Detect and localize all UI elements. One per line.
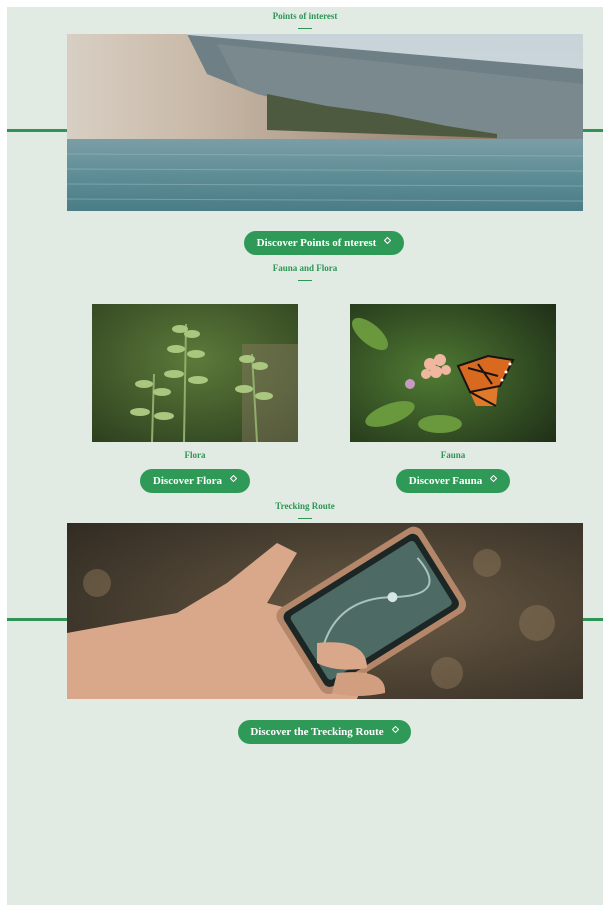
flora-image (92, 304, 298, 442)
discover-flora-button-label: Discover Flora (152, 475, 223, 487)
diamond-arrow-icon (490, 474, 498, 482)
route-right-line (583, 618, 603, 621)
diamond-arrow-icon (391, 725, 399, 733)
fauna-image (350, 304, 556, 442)
route-left-line (7, 618, 67, 621)
page: Points of interest Discover Points of nt… (7, 7, 603, 905)
discover-fauna-button[interactable]: Discover Fauna (396, 469, 510, 493)
diamond-arrow-icon (230, 474, 238, 482)
fauna-caption: Fauna (440, 450, 466, 460)
trecking-route-image (67, 523, 583, 699)
discover-points-button-label: Discover Points of nterest (256, 237, 377, 249)
discover-flora-button[interactable]: Discover Flora (140, 469, 250, 493)
points-of-interest-image (67, 34, 583, 211)
points-left-line (7, 129, 67, 132)
diamond-arrow-icon (384, 236, 392, 244)
points-of-interest-title: Points of interest (272, 11, 338, 21)
fauna-and-flora-title: Fauna and Flora (272, 263, 338, 273)
points-title-rule (298, 28, 312, 29)
discover-route-button-label: Discover the Trecking Route (250, 726, 384, 738)
discover-points-button[interactable]: Discover Points of nterest (244, 231, 404, 255)
points-right-line (583, 129, 603, 132)
trecking-route-title: Trecking Route (275, 501, 335, 511)
route-title-rule (298, 518, 312, 519)
discover-route-button[interactable]: Discover the Trecking Route (238, 720, 411, 744)
fauna-flora-title-rule (298, 280, 312, 281)
flora-caption: Flora (184, 450, 206, 460)
discover-fauna-button-label: Discover Fauna (408, 475, 483, 487)
